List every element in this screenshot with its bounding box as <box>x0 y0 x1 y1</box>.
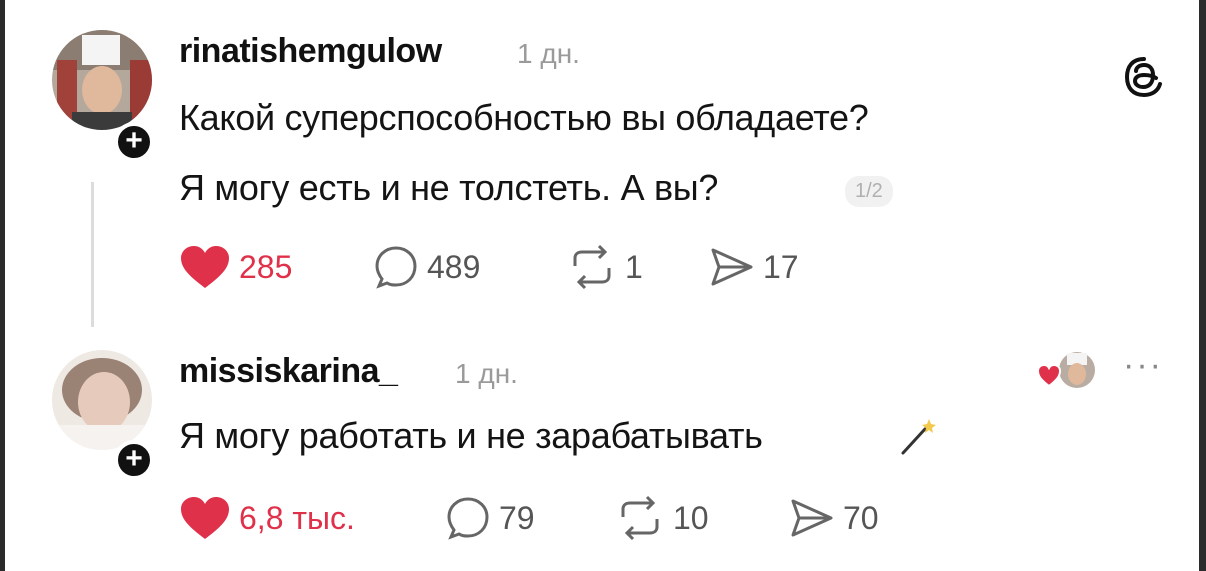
username[interactable]: missiskarina_ <box>179 352 398 391</box>
share-button[interactable]: 70 <box>789 493 879 543</box>
send-icon <box>789 495 835 541</box>
author-liked-badge <box>1036 350 1097 390</box>
share-count: 70 <box>843 499 879 536</box>
post-time: 1 дн. <box>517 38 580 69</box>
thread-counter: 1/2 <box>845 176 893 207</box>
threads-screenshot-card: + rinatishemgulow 1 дн. Какой суперспосо… <box>5 0 1199 571</box>
repost-button[interactable]: 1 <box>567 242 643 292</box>
repost-count: 1 <box>625 248 643 285</box>
share-button[interactable]: 17 <box>709 242 799 292</box>
reply-count: 79 <box>499 499 535 536</box>
avatar[interactable] <box>52 350 152 450</box>
reply-button[interactable]: 79 <box>445 493 535 543</box>
repost-count: 10 <box>673 499 709 536</box>
like-button[interactable]: 285 <box>179 242 292 292</box>
follow-plus-icon[interactable]: + <box>114 122 154 162</box>
magic-wand-icon <box>895 415 939 459</box>
username[interactable]: rinatishemgulow <box>179 32 442 71</box>
speech-bubble-icon <box>445 495 491 541</box>
thread-connector-line <box>91 182 94 327</box>
avatar[interactable] <box>52 30 152 130</box>
follow-plus-icon[interactable]: + <box>114 440 154 480</box>
reply-button[interactable]: 489 <box>373 242 480 292</box>
repost-button[interactable]: 10 <box>615 493 709 543</box>
post-time: 1 дн. <box>455 358 518 389</box>
like-count: 6,8 тыс. <box>239 499 355 536</box>
reply-count: 489 <box>427 248 481 285</box>
post-text-line-1: Какой суперспособностью вы обладаете? <box>179 97 869 138</box>
repost-arrows-icon <box>567 244 617 290</box>
like-count: 285 <box>239 248 293 285</box>
threads-logo-icon[interactable] <box>1122 55 1166 99</box>
more-dots-icon[interactable]: ··· <box>1123 346 1163 385</box>
post-text: Я могу работать и не зарабатывать <box>179 415 763 456</box>
like-button[interactable]: 6,8 тыс. <box>179 493 355 543</box>
heart-filled-icon <box>179 244 231 290</box>
post-text-line-2: Я могу есть и не толстеть. А вы? <box>179 167 719 208</box>
heart-filled-icon <box>179 495 231 541</box>
speech-bubble-icon <box>373 244 419 290</box>
repost-arrows-icon <box>615 495 665 541</box>
share-count: 17 <box>763 248 799 285</box>
send-icon <box>709 244 755 290</box>
